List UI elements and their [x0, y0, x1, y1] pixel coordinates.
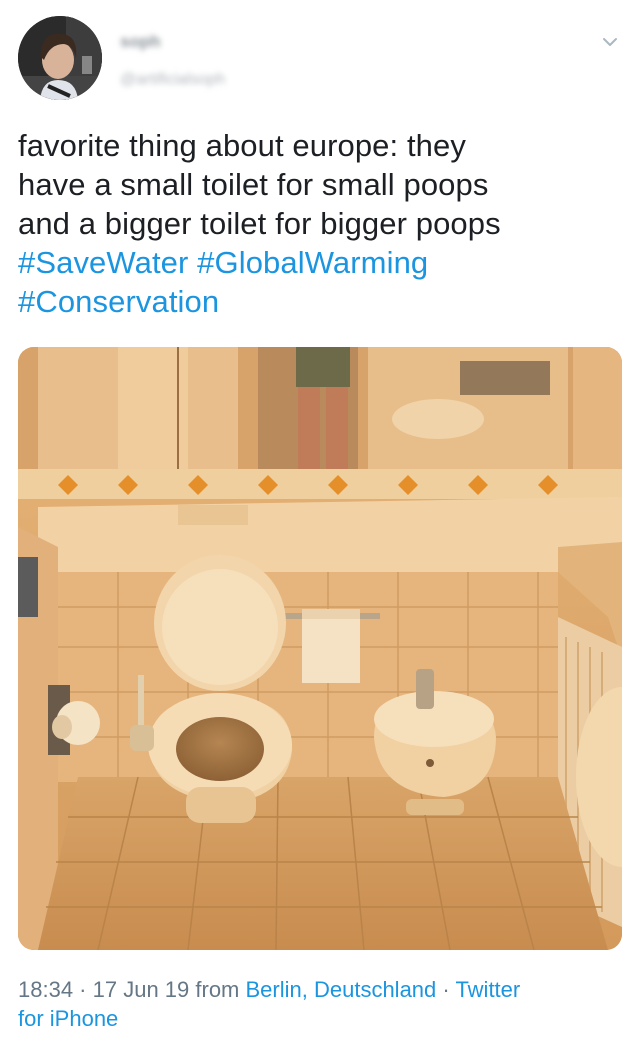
bathroom-photo	[18, 347, 622, 950]
location-link[interactable]: Berlin, Deutschland	[246, 977, 437, 1002]
tweet-time[interactable]: 18:34	[18, 977, 73, 1002]
hashtag-line: #Conservation	[18, 282, 622, 321]
tweet-photo[interactable]	[18, 347, 622, 950]
tweet-text-line: have a small toilet for small poops	[18, 167, 489, 202]
from-label: from	[189, 977, 246, 1002]
chevron-down-icon[interactable]	[600, 32, 620, 52]
avatar-image	[18, 16, 102, 100]
hashtag-globalwarming[interactable]: #GlobalWarming	[197, 245, 428, 280]
tweet-date[interactable]: 17 Jun 19	[93, 977, 190, 1002]
client-link-continued[interactable]: for iPhone	[18, 1006, 118, 1031]
separator: ·	[73, 977, 93, 1002]
hashtag-line: #SaveWater #GlobalWarming	[18, 243, 622, 282]
hashtag-conservation[interactable]: #Conservation	[18, 284, 219, 319]
tweet-footer: 18:34 · 17 Jun 19 from Berlin, Deutschla…	[18, 975, 622, 1033]
footer-line: for iPhone	[18, 1004, 622, 1033]
client-link[interactable]: Twitter	[455, 977, 520, 1002]
tweet-text-line: favorite thing about europe: they	[18, 128, 466, 163]
author-name[interactable]: soph	[120, 32, 180, 52]
tweet-text-line: and a bigger toilet for bigger poops	[18, 206, 501, 241]
tweet-header: soph @artificialsoph	[18, 16, 622, 102]
footer-line: 18:34 · 17 Jun 19 from Berlin, Deutschla…	[18, 975, 622, 1004]
author-handle[interactable]: @artificialsoph	[120, 70, 290, 90]
tweet-text: favorite thing about europe: they have a…	[18, 126, 622, 321]
separator: ·	[436, 977, 456, 1002]
hashtag-savewater[interactable]: #SaveWater	[18, 245, 188, 280]
avatar[interactable]	[18, 16, 102, 100]
